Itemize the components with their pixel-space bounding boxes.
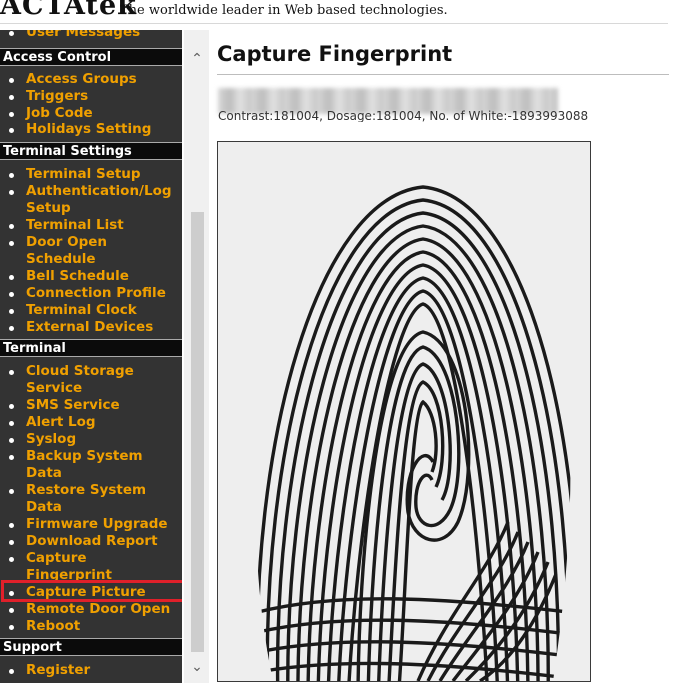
bullet-icon (9, 540, 14, 545)
site-header: ACTAtek The worldwide leader in Web base… (0, 0, 673, 24)
bullet-icon (9, 95, 14, 100)
header-divider (0, 23, 668, 24)
section-access-control: Access Control (0, 48, 182, 66)
scroll-down-icon[interactable]: ⌄ (188, 658, 206, 676)
bullet-icon (9, 489, 14, 494)
sidebar-item-user-messages[interactable]: User Messages (0, 30, 182, 41)
fingerprint-image (217, 141, 591, 682)
sidebar-item-external-devices[interactable]: External Devices (0, 319, 182, 336)
tagline: The worldwide leader in Web based techno… (120, 3, 448, 18)
sidebar-item-access-groups[interactable]: Access Groups (0, 71, 182, 88)
section-terminal: Terminal (0, 339, 182, 357)
sidebar-item-cloud-storage-service[interactable]: Cloud Storage Service (0, 363, 150, 397)
sidebar-item-triggers[interactable]: Triggers (0, 88, 182, 105)
bullet-icon (9, 190, 14, 195)
sidebar-item-holidays-setting[interactable]: Holidays Setting (0, 121, 182, 138)
sidebar-nav: User Messages Access Control Access Grou… (0, 30, 182, 683)
sidebar-item-download-report[interactable]: Download Report (0, 533, 182, 550)
capture-info: Contrast:181004, Dosage:181004, No. of W… (218, 110, 589, 122)
sidebar-item-reboot[interactable]: Reboot (0, 618, 182, 635)
highlight-annotation-box (1, 580, 182, 602)
sidebar-item-remote-door-open[interactable]: Remote Door Open (0, 601, 182, 618)
sidebar-item-restore-system-data[interactable]: Restore System Data (0, 482, 160, 516)
bullet-icon (9, 455, 14, 460)
bullet-icon (9, 608, 14, 613)
bullet-icon (9, 78, 14, 83)
sidebar-item-job-code[interactable]: Job Code (0, 105, 182, 122)
sidebar-item-firmware-upgrade[interactable]: Firmware Upgrade (0, 516, 182, 533)
section-support: Support (0, 638, 182, 656)
bullet-icon (9, 128, 14, 133)
bullet-icon (9, 292, 14, 297)
sidebar-item-terminal-list[interactable]: Terminal List (0, 217, 182, 234)
sidebar-item-register[interactable]: Register (0, 662, 182, 679)
sidebar-item-capture-fingerprint[interactable]: Capture Fingerprint (0, 550, 130, 584)
sidebar-item-terminal-clock[interactable]: Terminal Clock (0, 302, 182, 319)
page-title: Capture Fingerprint (217, 42, 453, 66)
bullet-icon (9, 625, 14, 630)
scroll-up-icon[interactable]: ⌃ (188, 50, 206, 68)
bullet-icon (9, 275, 14, 280)
sidebar-item-connection-profile[interactable]: Connection Profile (0, 285, 182, 302)
actatek-logo: ACTAtek (0, 0, 137, 21)
bullet-icon (9, 241, 14, 246)
sidebar-item-alert-log[interactable]: Alert Log (0, 414, 182, 431)
sidebar-item-terminal-setup[interactable]: Terminal Setup (0, 166, 182, 183)
bullet-icon (9, 224, 14, 229)
bullet-icon (9, 421, 14, 426)
bullet-icon (9, 438, 14, 443)
bullet-icon (9, 309, 14, 314)
bullet-icon (9, 669, 14, 674)
bullet-icon (9, 370, 14, 375)
bullet-icon (9, 557, 14, 562)
sidebar-item-sms-service[interactable]: SMS Service (0, 397, 182, 414)
scrollbar-thumb[interactable] (191, 212, 204, 652)
sidebar-item-door-open-schedule[interactable]: Door Open Schedule (0, 234, 140, 268)
bullet-icon (9, 112, 14, 117)
sidebar-item-syslog[interactable]: Syslog (0, 431, 182, 448)
bullet-icon (9, 326, 14, 331)
fingerprint-graphic (218, 142, 590, 681)
title-divider (217, 74, 669, 75)
bullet-icon (9, 404, 14, 409)
sidebar-item-authentication-log-setup[interactable]: Authentication/Log Setup (0, 183, 182, 217)
bullet-icon (9, 523, 14, 528)
bullet-icon (9, 173, 14, 178)
section-terminal-settings: Terminal Settings (0, 142, 182, 160)
sidebar-item-backup-system-data[interactable]: Backup System Data (0, 448, 160, 482)
bullet-icon (9, 31, 14, 36)
sidebar-item-bell-schedule[interactable]: Bell Schedule (0, 268, 182, 285)
